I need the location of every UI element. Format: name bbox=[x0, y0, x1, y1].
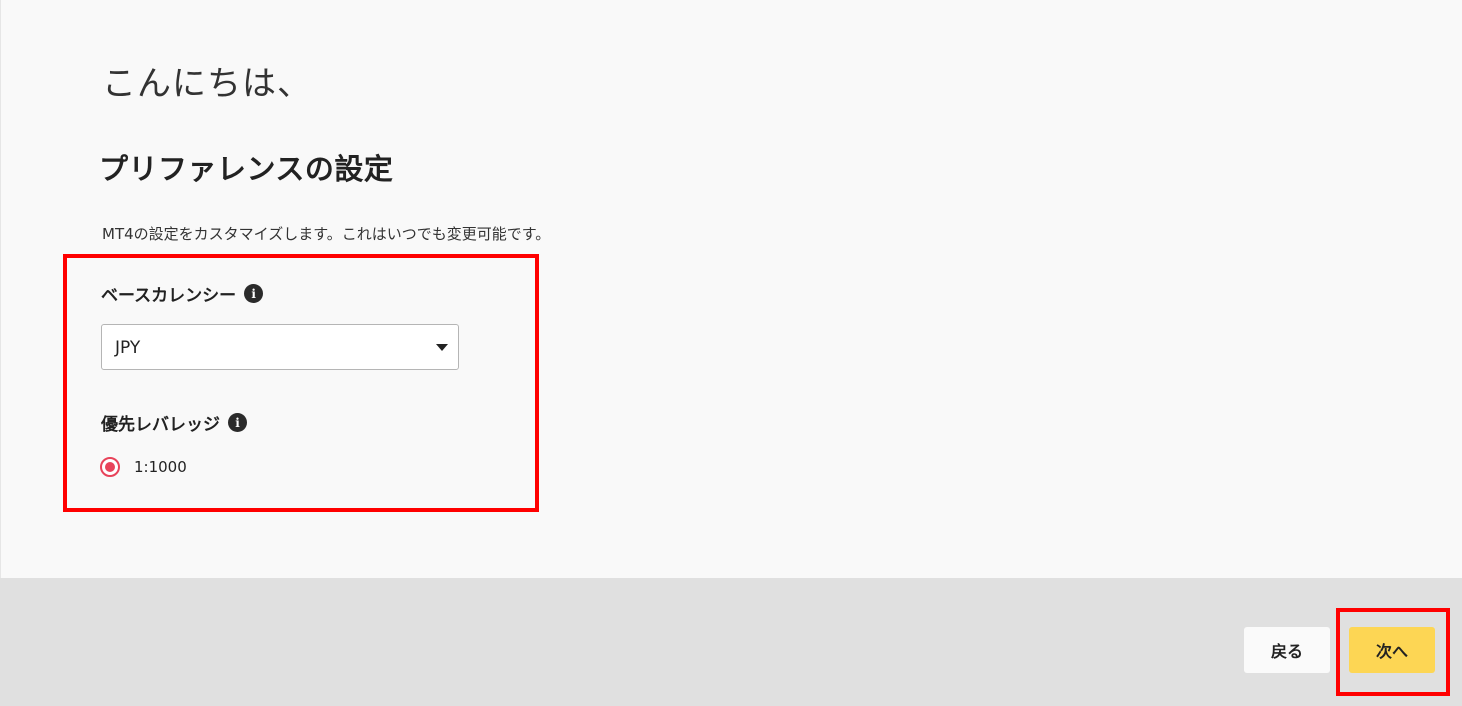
caret-down-icon bbox=[436, 344, 448, 351]
radio-dot bbox=[105, 462, 115, 472]
info-icon[interactable]: i bbox=[228, 413, 247, 432]
leverage-label: 優先レバレッジ bbox=[101, 415, 220, 435]
leverage-label-row: 優先レバレッジ i bbox=[101, 410, 247, 435]
info-icon[interactable]: i bbox=[244, 284, 264, 303]
next-button[interactable]: 次へ bbox=[1349, 627, 1435, 673]
leverage-option-label: 1:1000 bbox=[134, 458, 187, 476]
footer-bar: 戻る 次へ bbox=[0, 578, 1462, 706]
base-currency-label-row: ベースカレンシー i bbox=[101, 281, 264, 306]
page-title: プリファレンスの設定 bbox=[99, 152, 394, 186]
base-currency-selected-value: JPY bbox=[115, 338, 141, 358]
preferences-panel: こんにちは、 プリファレンスの設定 MT4の設定をカスタマイズします。これはいつ… bbox=[0, 0, 1462, 578]
radio-button-selected[interactable] bbox=[100, 457, 120, 477]
back-button[interactable]: 戻る bbox=[1244, 627, 1330, 673]
base-currency-select[interactable]: JPY bbox=[101, 324, 459, 370]
page-description: MT4の設定をカスタマイズします。これはいつでも変更可能です。 bbox=[102, 225, 551, 243]
page: こんにちは、 プリファレンスの設定 MT4の設定をカスタマイズします。これはいつ… bbox=[0, 0, 1462, 706]
leverage-option[interactable]: 1:1000 bbox=[100, 457, 187, 477]
base-currency-label: ベースカレンシー bbox=[101, 286, 237, 306]
greeting-heading: こんにちは、 bbox=[102, 64, 312, 104]
panel-border bbox=[0, 0, 1, 578]
